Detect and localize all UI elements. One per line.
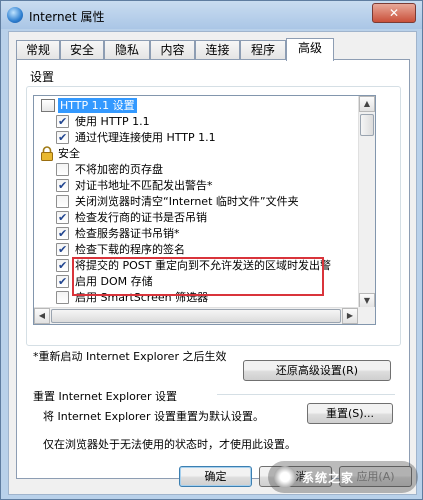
restart-note: *重新启动 Internet Explorer 之后生效 [33, 350, 227, 363]
checkbox[interactable] [56, 226, 69, 241]
page-icon [41, 99, 55, 112]
title-bar[interactable]: Internet 属性 ✕ [1, 1, 422, 29]
list-item[interactable]: 检查服务器证书吊销* [34, 226, 364, 242]
list-item[interactable]: 关闭浏览器时清空“Internet 临时文件”文件夹 [34, 194, 364, 210]
checkbox[interactable] [56, 114, 69, 129]
tab-advanced[interactable]: 高级 [286, 38, 334, 61]
reset-warning: 仅在浏览器处于无法使用的状态时，才使用此设置。 [43, 438, 296, 451]
list-item-label: 对证书地址不匹配发出警告* [75, 179, 213, 192]
list-item[interactable]: 检查发行商的证书是否吊销 [34, 210, 364, 226]
list-item: 安全 [34, 146, 364, 162]
checkbox[interactable] [56, 258, 69, 273]
list-item[interactable]: HTTP 1.1 设置 [34, 98, 364, 114]
vertical-scroll-thumb[interactable] [360, 114, 374, 136]
checkbox[interactable] [56, 242, 69, 257]
settings-group-label: 设置 [30, 70, 55, 84]
list-item-label: 使用 HTTP 1.1 [75, 115, 150, 128]
internet-properties-window: Internet 属性 ✕ 常规 安全 隐私 内容 连接 程序 高级 设置 HT… [0, 0, 423, 500]
tab-security[interactable]: 安全 [60, 40, 104, 60]
checkbox[interactable] [56, 291, 69, 304]
reset-button[interactable]: 重置(S)... [307, 403, 393, 424]
reset-description: 将 Internet Explorer 设置重置为默认设置。 [43, 410, 264, 423]
list-item[interactable]: 使用 HTTP 1.1 [34, 114, 364, 130]
tab-connections[interactable]: 连接 [195, 40, 240, 60]
scroll-left-arrow-icon[interactable]: ◀ [34, 308, 50, 324]
checkbox[interactable] [56, 210, 69, 225]
list-item-label: HTTP 1.1 设置 [58, 98, 137, 113]
checkbox[interactable] [56, 274, 69, 289]
list-item-label: 关闭浏览器时清空“Internet 临时文件”文件夹 [75, 195, 299, 208]
advanced-tab-panel: 设置 HTTP 1.1 设置 使用 HTTP 1.1 通过代理连接使用 HTTP… [16, 59, 410, 479]
lock-icon [41, 146, 53, 161]
scroll-right-arrow-icon[interactable]: ▶ [342, 308, 358, 324]
vertical-scrollbar[interactable]: ▲ ▼ [358, 96, 375, 309]
checkbox[interactable] [56, 195, 69, 208]
scroll-up-arrow-icon[interactable]: ▲ [359, 96, 375, 112]
horizontal-scrollbar[interactable]: ◀ ▶ [34, 307, 359, 324]
list-item-label: 检查下载的程序的签名 [75, 243, 185, 256]
tab-content[interactable]: 内容 [150, 40, 195, 60]
tab-programs[interactable]: 程序 [240, 40, 286, 60]
internet-explorer-icon [7, 7, 23, 23]
ok-button[interactable]: 确定 [179, 466, 252, 487]
tab-general[interactable]: 常规 [16, 40, 60, 60]
annotation-highlight-box [72, 257, 324, 296]
list-item[interactable]: 不将加密的页存盘 [34, 162, 364, 178]
checkbox[interactable] [56, 130, 69, 145]
window-title: Internet 属性 [29, 10, 105, 24]
close-button[interactable]: ✕ [372, 3, 416, 23]
horizontal-scroll-thumb[interactable] [51, 309, 341, 323]
scroll-corner [358, 307, 375, 324]
list-item-label: 检查发行商的证书是否吊销 [75, 211, 207, 224]
list-item-label: 通过代理连接使用 HTTP 1.1 [75, 131, 216, 144]
restore-advanced-settings-button[interactable]: 还原高级设置(R) [243, 360, 391, 381]
reset-section-title: 重置 Internet Explorer 设置 [33, 390, 177, 403]
list-item-label: 检查服务器证书吊销* [75, 227, 180, 240]
checkbox[interactable] [56, 178, 69, 193]
checkbox[interactable] [56, 163, 69, 176]
list-item[interactable]: 检查下载的程序的签名 [34, 242, 364, 258]
list-item[interactable]: 对证书地址不匹配发出警告* [34, 178, 364, 194]
list-item[interactable]: 通过代理连接使用 HTTP 1.1 [34, 130, 364, 146]
tab-privacy[interactable]: 隐私 [104, 40, 150, 60]
dialog-body: 常规 安全 隐私 内容 连接 程序 高级 设置 HTTP 1.1 设置 使用 H… [8, 31, 417, 495]
watermark-logo-icon [274, 466, 296, 488]
list-item-label: 安全 [58, 147, 80, 160]
section-divider [217, 394, 395, 395]
watermark-text: 系统之家 [302, 471, 355, 485]
watermark: 系统之家 [268, 461, 418, 493]
list-item-label: 不将加密的页存盘 [75, 163, 163, 176]
